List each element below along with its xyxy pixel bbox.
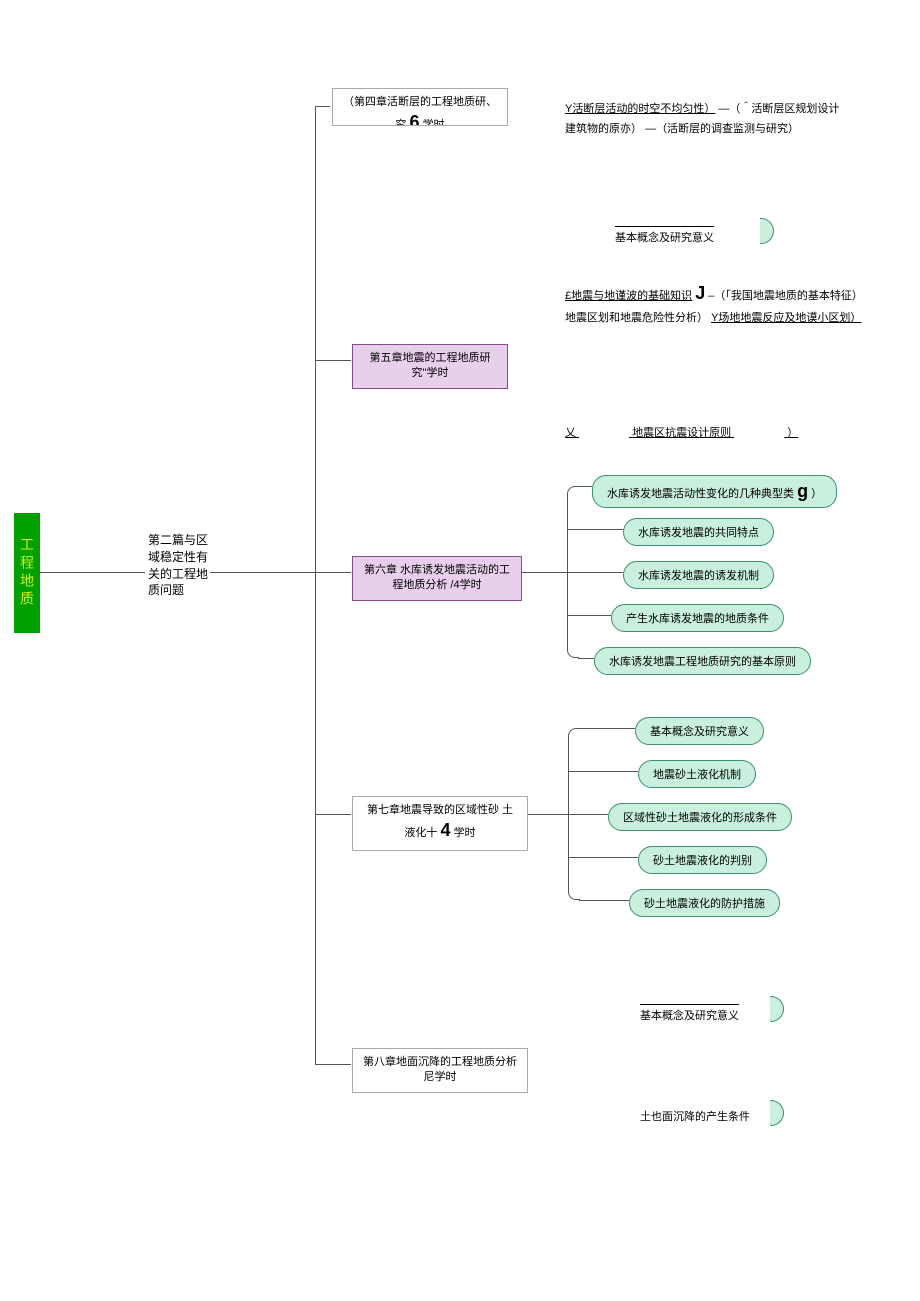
chapter5-node: 第五章地震的工程地质研究"学时 bbox=[352, 344, 508, 389]
chapter4-node: （第四章活断层的工程地质研、 究 6 学时 bbox=[332, 88, 508, 126]
connector bbox=[579, 900, 629, 901]
connector bbox=[315, 572, 351, 573]
ch7-leaf2: 地震砂土液化机制 bbox=[638, 760, 756, 788]
ch7-leaf1: 基本概念及研究意义 bbox=[635, 717, 764, 745]
connector bbox=[315, 814, 351, 815]
ch4-title-c: 学时 bbox=[423, 119, 445, 126]
ch7-leaf4: 砂土地震液化的判别 bbox=[638, 846, 767, 874]
connector bbox=[568, 814, 608, 815]
ch5-leaf2: 地震区划和地震危险性分析） bbox=[565, 312, 708, 324]
leaf-decor bbox=[770, 996, 784, 1022]
ch4-leaf1: Y活断层活动的时空不均匀性） bbox=[565, 103, 715, 115]
ch5-leaf1b: J bbox=[695, 283, 705, 303]
ch5-leaves-text: £地震与地谨波的基础知识 J –（「我国地震地质的基本特征） 地震区划和地震危险… bbox=[565, 277, 865, 329]
connector bbox=[578, 658, 594, 659]
ch4-title-b: 究 bbox=[395, 119, 406, 126]
ch5-leaf4c: ） bbox=[787, 427, 798, 439]
ch7-leaf3: 区域性砂土地震液化的形成条件 bbox=[608, 803, 792, 831]
connector bbox=[210, 572, 315, 573]
level1-label: 第二篇与区域稳定性有关的工程地质问题 bbox=[148, 532, 208, 599]
ch5-leaf4a: 乂 bbox=[565, 427, 576, 439]
ch6-leaf1c: ） bbox=[811, 488, 822, 500]
ch7-title-c: 学时 bbox=[454, 827, 476, 839]
connector bbox=[567, 572, 623, 573]
ch4-title-a: （第四章活断层的工程地质研、 bbox=[343, 96, 497, 108]
ch5-leaf1a: £地震与地谨波的基础知识 bbox=[565, 290, 692, 302]
ch4-leaf4: 基本概念及研究意义 bbox=[615, 226, 714, 249]
connector bbox=[315, 1064, 351, 1065]
connector bbox=[568, 771, 638, 772]
connector bbox=[528, 814, 568, 815]
ch6-leaf1b: g bbox=[797, 481, 808, 501]
ch8-leaf2: 土也面沉降的产生条件 bbox=[640, 1108, 750, 1128]
ch6-leaf1a: 水库诱发地震活动性变化的几种典型类 bbox=[607, 488, 794, 500]
leaf-decor bbox=[760, 218, 774, 244]
ch4-num: 6 bbox=[409, 112, 419, 126]
ch6-leaf5: 水库诱发地震工程地质研究的基本原则 bbox=[594, 647, 811, 675]
ch4-leaves-text: Y活断层活动的时空不均匀性） —（＾活断层区规划设计建筑物的原亦） —（活断层的… bbox=[565, 100, 845, 140]
ch5-leaf4-row: 乂 地震区抗震设计原则 ） bbox=[565, 424, 865, 444]
connector bbox=[568, 857, 638, 858]
connector bbox=[567, 615, 611, 616]
root-node: 工程地质 bbox=[14, 513, 40, 633]
ch7-leaf5: 砂土地震液化的防护措施 bbox=[629, 889, 780, 917]
ch5-leaf4b: 地震区抗震设计原则 bbox=[632, 427, 731, 439]
ch5-leaf3: Y场地地震反应及地谟小区划） bbox=[711, 312, 861, 324]
connector bbox=[315, 360, 351, 361]
chapter8-node: 第八章地面沉降的工程地质分析尼学时 bbox=[352, 1048, 528, 1093]
connector bbox=[315, 106, 330, 107]
ch5-leaf1c: –（「我国地震地质的基本特征） bbox=[708, 290, 863, 302]
connector bbox=[567, 529, 623, 530]
connector bbox=[579, 728, 635, 729]
ch6-leaf1: 水库诱发地震活动性变化的几种典型类 g ） bbox=[592, 475, 837, 508]
chapter6-node: 第六章 水库诱发地震活动的工程地质分析 /4学时 bbox=[352, 556, 522, 601]
connector bbox=[522, 572, 567, 573]
ch7-num: 4 bbox=[440, 820, 450, 840]
ch6-leaf2: 水库诱发地震的共同特点 bbox=[623, 518, 774, 546]
connector bbox=[578, 486, 592, 487]
connector bbox=[315, 106, 316, 1064]
ch4-leaf3: —（活断层的调查监测与研究） bbox=[645, 123, 799, 135]
ch8-leaf1: 基本概念及研究意义 bbox=[640, 1004, 739, 1027]
chapter7-node: 第七章地震导致的区域性砂 土液化十 4 学时 bbox=[352, 796, 528, 851]
ch6-leaf3: 水库诱发地震的诱发机制 bbox=[623, 561, 774, 589]
ch6-leaf4: 产生水库诱发地震的地质条件 bbox=[611, 604, 784, 632]
ch7-title-a: 第七章地震导致的区域性砂 bbox=[367, 804, 499, 816]
connector bbox=[40, 572, 145, 573]
leaf-decor bbox=[770, 1100, 784, 1126]
